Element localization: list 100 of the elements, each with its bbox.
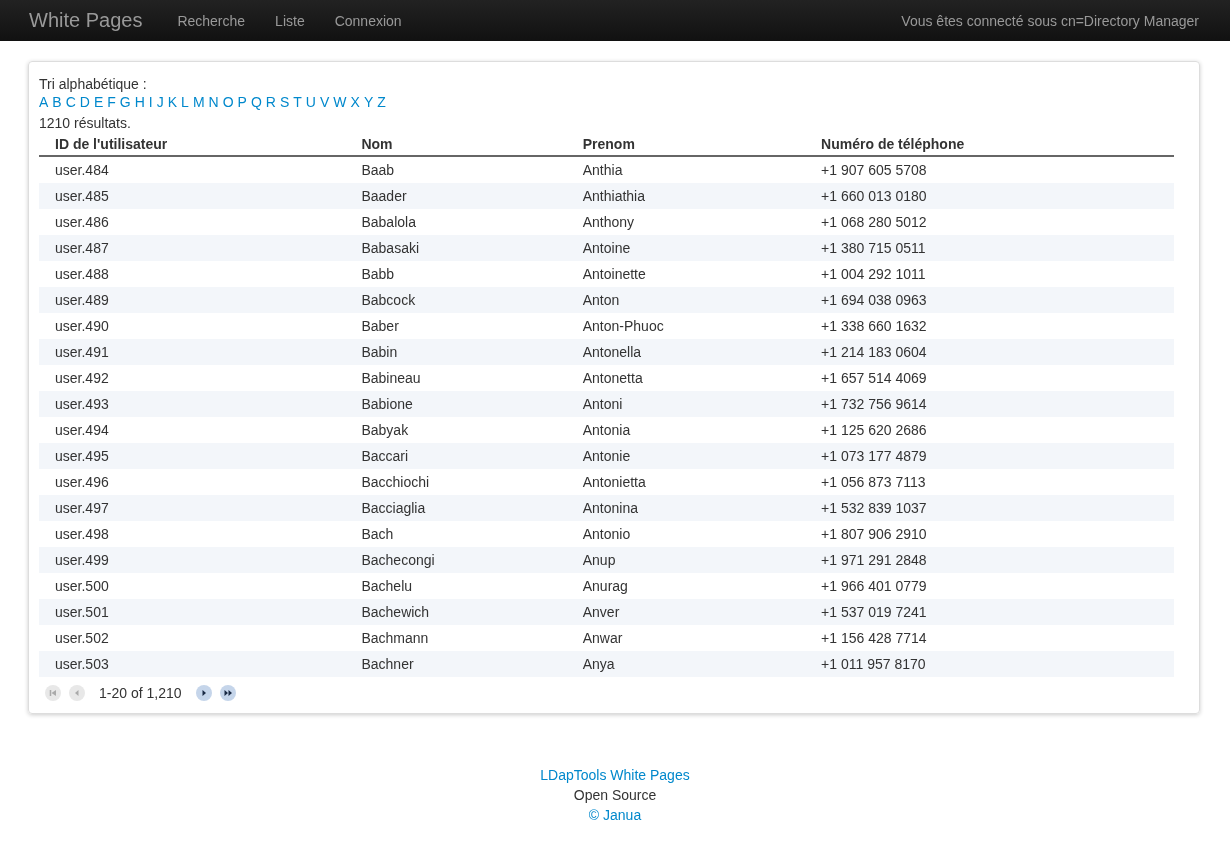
next-page-button[interactable] — [195, 685, 212, 701]
table-cell: Babasaki — [345, 235, 567, 261]
letter-link[interactable]: G — [119, 95, 131, 109]
table-cell: user.496 — [39, 469, 346, 495]
letter-link[interactable]: X — [350, 95, 360, 109]
table-cell: +1 011 957 8170 — [805, 651, 1174, 677]
nav-link[interactable]: Liste — [275, 12, 305, 29]
table-cell: Bachecongi — [345, 547, 567, 573]
letter-link[interactable]: R — [265, 95, 276, 109]
table-cell: Antonie — [566, 443, 806, 469]
table-cell: +1 966 401 0779 — [805, 573, 1174, 599]
table-cell: user.492 — [39, 365, 346, 391]
table-cell: Bachner — [345, 651, 567, 677]
table-cell: +1 537 019 7241 — [805, 599, 1174, 625]
nav-link[interactable]: Connexion — [334, 12, 402, 29]
letter-link[interactable]: D — [79, 95, 90, 109]
letter-link[interactable]: E — [93, 95, 104, 109]
table-cell: user.487 — [39, 235, 346, 261]
column-header[interactable]: ID de l'utilisateur — [39, 133, 346, 156]
table-cell: +1 156 428 7714 — [805, 625, 1174, 651]
footer-link[interactable]: LDapTools White Pages — [540, 765, 690, 785]
table-cell: user.495 — [39, 443, 346, 469]
table-cell: Anver — [566, 599, 806, 625]
table-cell: +1 068 280 5012 — [805, 209, 1174, 235]
table-cell: +1 807 906 2910 — [805, 521, 1174, 547]
table-cell: Antonina — [566, 495, 806, 521]
letter-link[interactable]: M — [192, 95, 205, 109]
nav-link[interactable]: Recherche — [177, 12, 246, 29]
letter-link[interactable]: O — [222, 95, 234, 109]
table-cell: user.502 — [39, 625, 346, 651]
sort-label: Tri alphabétique : — [39, 75, 148, 94]
table-cell: Bacchiochi — [345, 469, 567, 495]
table-cell: Babyak — [345, 417, 567, 443]
table-cell: user.488 — [39, 261, 346, 287]
brand-title[interactable]: White Pages — [29, 9, 143, 32]
table-cell: Baab — [345, 156, 567, 183]
table-cell: +1 657 514 4069 — [805, 365, 1174, 391]
letter-link[interactable]: W — [333, 95, 347, 109]
table-cell: +1 660 013 0180 — [805, 183, 1174, 209]
table-cell: user.490 — [39, 313, 346, 339]
table-cell: Antonio — [566, 521, 806, 547]
letter-link[interactable]: I — [148, 95, 153, 109]
letter-link[interactable]: T — [293, 95, 302, 109]
table-cell: user.491 — [39, 339, 346, 365]
table-cell: Baccari — [345, 443, 567, 469]
table-cell: user.484 — [39, 156, 346, 183]
table-cell: Anton — [566, 287, 806, 313]
table-cell: Babb — [345, 261, 567, 287]
table-cell: +1 532 839 1037 — [805, 495, 1174, 521]
table-cell: user.501 — [39, 599, 346, 625]
column-header[interactable]: Numéro de téléphone — [805, 133, 1174, 156]
letter-link[interactable]: S — [279, 95, 290, 109]
letter-link[interactable]: H — [134, 95, 145, 109]
letter-link[interactable]: V — [319, 95, 330, 109]
letter-link[interactable]: J — [156, 95, 164, 109]
letter-link[interactable]: L — [181, 95, 189, 109]
table-cell: +1 380 715 0511 — [805, 235, 1174, 261]
last-page-button[interactable] — [219, 685, 236, 701]
table-cell: Anthiathia — [566, 183, 806, 209]
letter-link[interactable]: U — [305, 95, 316, 109]
table-cell: Antonetta — [566, 365, 806, 391]
column-header[interactable]: Prenom — [566, 133, 806, 156]
footer-text: Open Source — [573, 786, 657, 805]
table-cell: Baader — [345, 183, 567, 209]
table-cell: Babalola — [345, 209, 567, 235]
letter-link[interactable]: N — [208, 95, 219, 109]
table-cell: user.493 — [39, 391, 346, 417]
table-cell: user.499 — [39, 547, 346, 573]
letter-link[interactable]: Q — [250, 95, 262, 109]
table-cell: user.498 — [39, 521, 346, 547]
letter-link[interactable]: P — [237, 95, 247, 109]
table-cell: user.489 — [39, 287, 346, 313]
table-cell: Babin — [345, 339, 567, 365]
letter-link[interactable]: Y — [363, 95, 374, 109]
table-cell: Anurag — [566, 573, 806, 599]
table-cell: +1 694 038 0963 — [805, 287, 1174, 313]
letter-link[interactable]: F — [107, 95, 116, 109]
table-cell: Bachelu — [345, 573, 567, 599]
user-status: Vous êtes connecté sous cn=Directory Manager — [901, 12, 1199, 29]
table-cell: +1 338 660 1632 — [805, 313, 1174, 339]
table-cell: Babcock — [345, 287, 567, 313]
table-cell: +1 125 620 2686 — [805, 417, 1174, 443]
letter-link[interactable]: A — [39, 95, 49, 109]
table-cell: Bachmann — [345, 625, 567, 651]
table-cell: user.500 — [39, 573, 346, 599]
table-cell: Anup — [566, 547, 806, 573]
table-cell: +1 971 291 2848 — [805, 547, 1174, 573]
table-cell: +1 732 756 9614 — [805, 391, 1174, 417]
letter-link[interactable]: Z — [377, 95, 386, 109]
table-cell: Antonella — [566, 339, 806, 365]
letter-link[interactable]: C — [65, 95, 76, 109]
table-cell: user.486 — [39, 209, 346, 235]
copyright-link[interactable]: © Janua — [588, 805, 642, 825]
letter-link[interactable]: K — [167, 95, 178, 109]
table-cell: Antonietta — [566, 469, 806, 495]
letter-link[interactable]: B — [52, 95, 62, 109]
page-range: 1-20 of 1,210 — [99, 684, 182, 703]
table-cell: user.497 — [39, 495, 346, 521]
column-header[interactable]: Nom — [345, 133, 567, 156]
table-cell: user.485 — [39, 183, 346, 209]
